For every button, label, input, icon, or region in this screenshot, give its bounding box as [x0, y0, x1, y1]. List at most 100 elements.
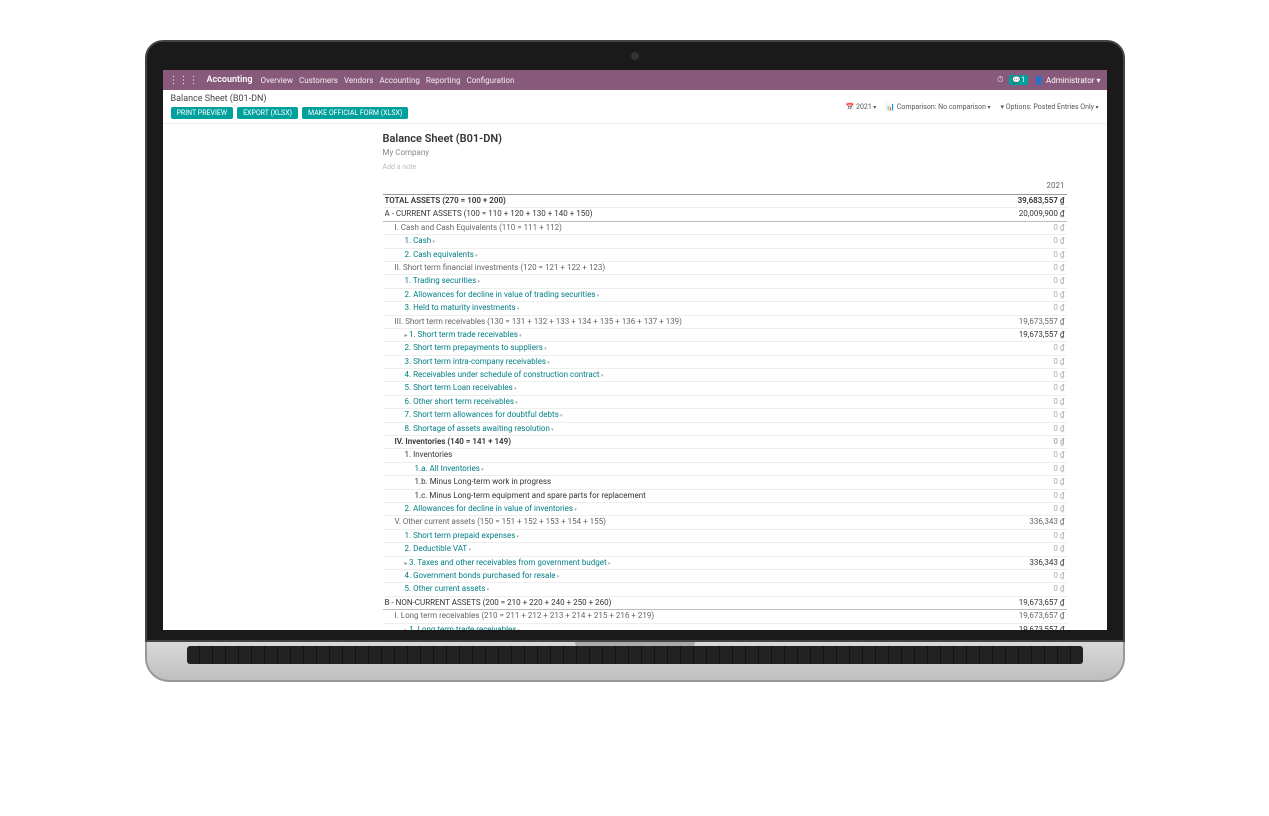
report-line[interactable]: 4. Receivables under schedule of constru… — [383, 369, 1067, 382]
line-value: 0 ₫ — [985, 491, 1065, 501]
line-label[interactable]: 1. Short term trade receivables — [385, 330, 985, 340]
line-label[interactable]: 3. Taxes and other receivables from gove… — [385, 558, 985, 568]
menu-customers[interactable]: Customers — [299, 76, 338, 85]
line-label[interactable]: 3. Held to maturity investments — [385, 303, 985, 313]
report-line: I. Cash and Cash Equivalents (110 = 111 … — [383, 222, 1067, 235]
line-value: 0 ₫ — [985, 383, 1065, 393]
report-line[interactable]: 5. Other current assets0 ₫ — [383, 583, 1067, 596]
line-label[interactable]: 4. Receivables under schedule of constru… — [385, 370, 985, 380]
line-value: 19,673,557 ₫ — [985, 625, 1065, 631]
line-label: II. Short term financial investments (12… — [385, 263, 985, 273]
report-line[interactable]: 8. Shortage of assets awaiting resolutio… — [383, 423, 1067, 436]
make-official-form-button[interactable]: MAKE OFFICIAL FORM (XLSX) — [302, 107, 408, 119]
line-label[interactable]: 2. Allowances for decline in value of in… — [385, 504, 985, 514]
apps-icon[interactable]: ⋮⋮⋮ — [169, 75, 199, 86]
report-line[interactable]: 3. Short term intra-company receivables0… — [383, 356, 1067, 369]
line-value: 0 ₫ — [985, 276, 1065, 286]
line-value: 0 ₫ — [985, 397, 1065, 407]
report-line[interactable]: 2. Allowances for decline in value of tr… — [383, 289, 1067, 302]
report-line[interactable]: 4. Government bonds purchased for resale… — [383, 570, 1067, 583]
line-label[interactable]: 1. Cash — [385, 236, 985, 246]
report-line: I. Long term receivables (210 = 211 + 21… — [383, 610, 1067, 623]
line-label[interactable]: 5. Short term Loan receivables — [385, 383, 985, 393]
line-value: 0 ₫ — [985, 424, 1065, 434]
line-label[interactable]: 6. Other short term receivables — [385, 397, 985, 407]
report-line: II. Short term financial investments (12… — [383, 262, 1067, 275]
report-line[interactable]: 2. Short term prepayments to suppliers0 … — [383, 342, 1067, 355]
report-company: My Company — [383, 148, 1067, 157]
comparison-filter[interactable]: 📊 Comparison: No comparison — [886, 103, 990, 111]
report-line[interactable]: 1. Short term trade receivables19,673,55… — [383, 329, 1067, 342]
app-brand[interactable]: Accounting — [207, 75, 253, 85]
menu-overview[interactable]: Overview — [261, 76, 293, 85]
report-title: Balance Sheet (B01-DN) — [383, 132, 1067, 145]
report-line: 1.b. Minus Long-term work in progress0 ₫ — [383, 476, 1067, 489]
line-label[interactable]: 2. Short term prepayments to suppliers — [385, 343, 985, 353]
line-label[interactable]: 1. Trading securities — [385, 276, 985, 286]
report-line[interactable]: 7. Short term allowances for doubtful de… — [383, 409, 1067, 422]
line-label[interactable]: 5. Other current assets — [385, 584, 985, 594]
line-value: 0 ₫ — [985, 450, 1065, 460]
report-line[interactable]: 1. Short term prepaid expenses0 ₫ — [383, 530, 1067, 543]
line-label: A - CURRENT ASSETS (100 = 110 + 120 + 13… — [385, 209, 985, 219]
report-rows: TOTAL ASSETS (270 = 100 + 200)39,683,557… — [383, 195, 1067, 630]
line-value: 0 ₫ — [985, 370, 1065, 380]
line-value: 0 ₫ — [985, 571, 1065, 581]
line-label[interactable]: 7. Short term allowances for doubtful de… — [385, 410, 985, 420]
line-label[interactable]: 1. Short term prepaid expenses — [385, 531, 985, 541]
menu-vendors[interactable]: Vendors — [344, 76, 374, 85]
line-value: 336,343 ₫ — [985, 517, 1065, 527]
report-line[interactable]: 2. Cash equivalents0 ₫ — [383, 249, 1067, 262]
line-label[interactable]: 2. Allowances for decline in value of tr… — [385, 290, 985, 300]
line-value: 19,673,557 ₫ — [985, 317, 1065, 327]
menu-accounting[interactable]: Accounting — [379, 76, 419, 85]
line-value: 19,673,657 ₫ — [985, 598, 1065, 608]
line-label[interactable]: 3. Short term intra-company receivables — [385, 357, 985, 367]
column-year: 2021 — [383, 181, 1067, 195]
line-label: III. Short term receivables (130 = 131 +… — [385, 317, 985, 327]
report-line[interactable]: 1. Trading securities0 ₫ — [383, 275, 1067, 288]
line-value: 0 ₫ — [985, 504, 1065, 514]
print-preview-button[interactable]: PRINT PREVIEW — [171, 107, 234, 119]
report-line[interactable]: 1.a. All Inventories0 ₫ — [383, 463, 1067, 476]
menu-reporting[interactable]: Reporting — [426, 76, 461, 85]
date-filter[interactable]: 📅 2021 — [846, 103, 877, 111]
report-line[interactable]: 6. Other short term receivables0 ₫ — [383, 396, 1067, 409]
user-menu[interactable]: 👤 Administrator ▾ — [1034, 76, 1100, 85]
menu-configuration[interactable]: Configuration — [467, 76, 515, 85]
line-value: 336,343 ₫ — [985, 558, 1065, 568]
line-label[interactable]: 4. Government bonds purchased for resale — [385, 571, 985, 581]
line-label[interactable]: 2. Deductible VAT — [385, 544, 985, 554]
line-label[interactable]: 8. Shortage of assets awaiting resolutio… — [385, 424, 985, 434]
line-value: 0 ₫ — [985, 223, 1065, 233]
line-label[interactable]: 1.a. All Inventories — [385, 464, 985, 474]
line-value: 0 ₫ — [985, 343, 1065, 353]
line-label[interactable]: 2. Cash equivalents — [385, 250, 985, 260]
report-line: TOTAL ASSETS (270 = 100 + 200)39,683,557… — [383, 195, 1067, 208]
line-value: 0 ₫ — [985, 544, 1065, 554]
report-line[interactable]: 1. Cash0 ₫ — [383, 235, 1067, 248]
line-value: 0 ₫ — [985, 290, 1065, 300]
line-value: 0 ₫ — [985, 263, 1065, 273]
report-line[interactable]: 3. Held to maturity investments0 ₫ — [383, 302, 1067, 315]
line-value: 0 ₫ — [985, 584, 1065, 594]
clock-icon[interactable]: ⏱ — [997, 75, 1003, 85]
options-filter[interactable]: ▾ Options: Posted Entries Only — [1000, 103, 1098, 111]
main-menu: Overview Customers Vendors Accounting Re… — [261, 76, 515, 85]
messages-icon[interactable]: 💬1 — [1009, 75, 1028, 85]
line-label: IV. Inventories (140 = 141 + 149) — [385, 437, 985, 447]
line-label: TOTAL ASSETS (270 = 100 + 200) — [385, 196, 985, 206]
report-line: 1.c. Minus Long-term equipment and spare… — [383, 490, 1067, 503]
breadcrumb: Balance Sheet (B01-DN) — [171, 94, 409, 104]
report-line[interactable]: 3. Taxes and other receivables from gove… — [383, 557, 1067, 570]
report-line[interactable]: 2. Deductible VAT0 ₫ — [383, 543, 1067, 556]
add-note[interactable]: Add a note — [383, 163, 1067, 171]
report-line[interactable]: 1. Long term trade receivables19,673,557… — [383, 624, 1067, 631]
line-label[interactable]: 1. Long term trade receivables — [385, 625, 985, 631]
line-label: 1.b. Minus Long-term work in progress — [385, 477, 985, 487]
line-label: 1. Inventories — [385, 450, 985, 460]
report-line[interactable]: 2. Allowances for decline in value of in… — [383, 503, 1067, 516]
line-value: 0 ₫ — [985, 250, 1065, 260]
export-xlsx-button[interactable]: EXPORT (XLSX) — [237, 107, 298, 119]
report-line[interactable]: 5. Short term Loan receivables0 ₫ — [383, 382, 1067, 395]
